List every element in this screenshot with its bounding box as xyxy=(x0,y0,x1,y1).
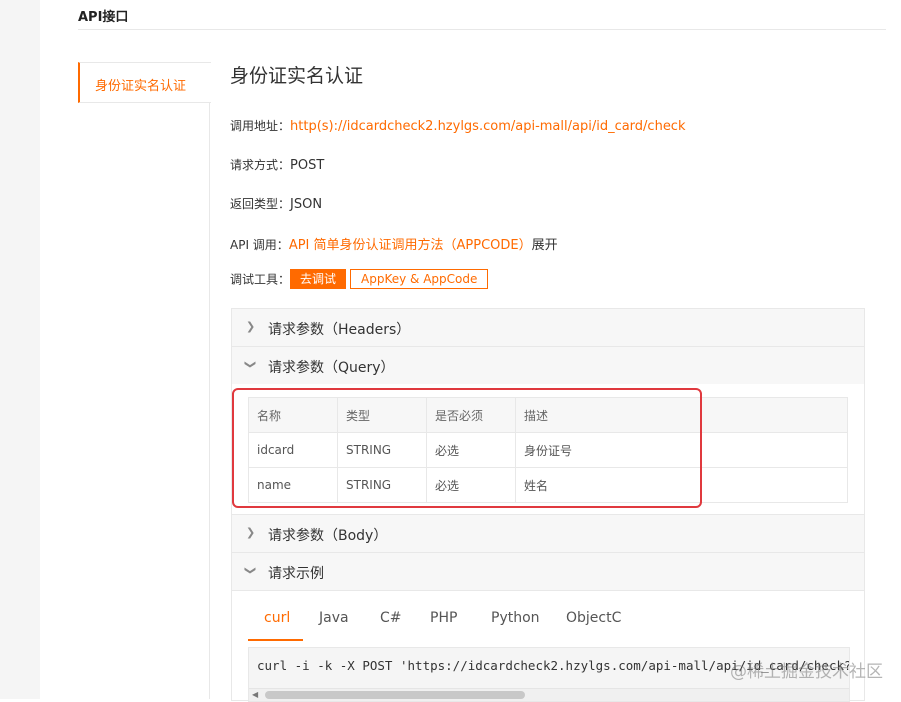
method-row: 请求方式：POST xyxy=(230,156,324,173)
tab-curl[interactable]: curl xyxy=(264,610,290,626)
page-header-title: API接口 xyxy=(78,10,129,25)
expand-link[interactable]: 展开 xyxy=(532,238,558,253)
watermark: @稀土掘金技术社区 xyxy=(730,662,883,682)
section-query-label: 请求参数（Query） xyxy=(268,360,395,376)
tab-python[interactable]: Python xyxy=(491,610,540,626)
address-row: 调用地址：http(s)://idcardcheck2.hzylgs.com/a… xyxy=(230,117,686,134)
method-label: 请求方式： xyxy=(230,158,291,172)
page-title: 身份证实名认证 xyxy=(230,65,364,87)
query-params-body: 名称 类型 是否必须 描述 idcard STRING 必选 身份证号 name… xyxy=(232,384,864,515)
sidebar-item-id-verification[interactable]: 身份证实名认证 xyxy=(78,62,211,103)
section-headers[interactable]: ❯ 请求参数（Headers） xyxy=(232,309,864,347)
address-link[interactable]: http(s)://idcardcheck2.hzylgs.com/api-ma… xyxy=(290,119,685,134)
header-divider xyxy=(78,29,886,30)
address-label: 调用地址： xyxy=(230,119,291,133)
language-tabs: curl Java C# PHP Python ObjectC xyxy=(248,591,848,641)
left-gutter xyxy=(0,0,40,699)
debug-button[interactable]: 去调试 xyxy=(290,269,347,289)
return-type-row: 返回类型：JSON xyxy=(230,195,322,212)
appkey-appcode-button[interactable]: AppKey & AppCode xyxy=(350,269,489,289)
tab-php[interactable]: PHP xyxy=(430,610,457,626)
chevron-down-icon: ❯ xyxy=(244,565,258,576)
return-type-value: JSON xyxy=(290,197,323,212)
section-example[interactable]: ❯ 请求示例 xyxy=(232,553,864,591)
chevron-right-icon: ❯ xyxy=(246,320,256,333)
api-call-link[interactable]: API 简单身份认证调用方法（APPCODE） xyxy=(289,238,532,253)
active-tab-indicator xyxy=(248,639,303,641)
scrollbar-thumb[interactable] xyxy=(265,691,525,699)
section-body-label: 请求参数（Body） xyxy=(268,528,388,544)
section-query[interactable]: ❯ 请求参数（Query） xyxy=(232,347,864,385)
request-panel: ❯ 请求参数（Headers） ❯ 请求参数（Query） 名称 类型 是否必须… xyxy=(231,308,865,702)
debug-tool-row: 调试工具： 去调试 AppKey & AppCode xyxy=(230,269,489,289)
sidebar-item-label: 身份证实名认证 xyxy=(95,79,187,94)
red-highlight-annotation xyxy=(232,388,702,508)
tab-objectc[interactable]: ObjectC xyxy=(566,610,621,626)
scroll-left-arrow-icon[interactable]: ◀ xyxy=(252,690,258,699)
horizontal-scrollbar[interactable]: ◀ xyxy=(249,688,849,701)
method-value: POST xyxy=(290,158,325,173)
section-headers-label: 请求参数（Headers） xyxy=(268,322,411,338)
tab-java[interactable]: Java xyxy=(319,610,349,626)
debug-tool-label: 调试工具： xyxy=(230,272,291,287)
example-body: curl Java C# PHP Python ObjectC curl -i … xyxy=(232,591,864,702)
section-body[interactable]: ❯ 请求参数（Body） xyxy=(232,515,864,553)
chevron-right-icon: ❯ xyxy=(246,526,256,539)
return-type-label: 返回类型： xyxy=(230,197,291,211)
api-call-row: API 调用：API 简单身份认证调用方法（APPCODE）展开 xyxy=(230,234,558,253)
chevron-down-icon: ❯ xyxy=(244,359,258,370)
sidebar: 身份证实名认证 xyxy=(78,62,211,699)
tab-csharp[interactable]: C# xyxy=(380,610,402,626)
section-example-label: 请求示例 xyxy=(268,566,324,582)
api-call-label: API 调用： xyxy=(230,238,289,252)
